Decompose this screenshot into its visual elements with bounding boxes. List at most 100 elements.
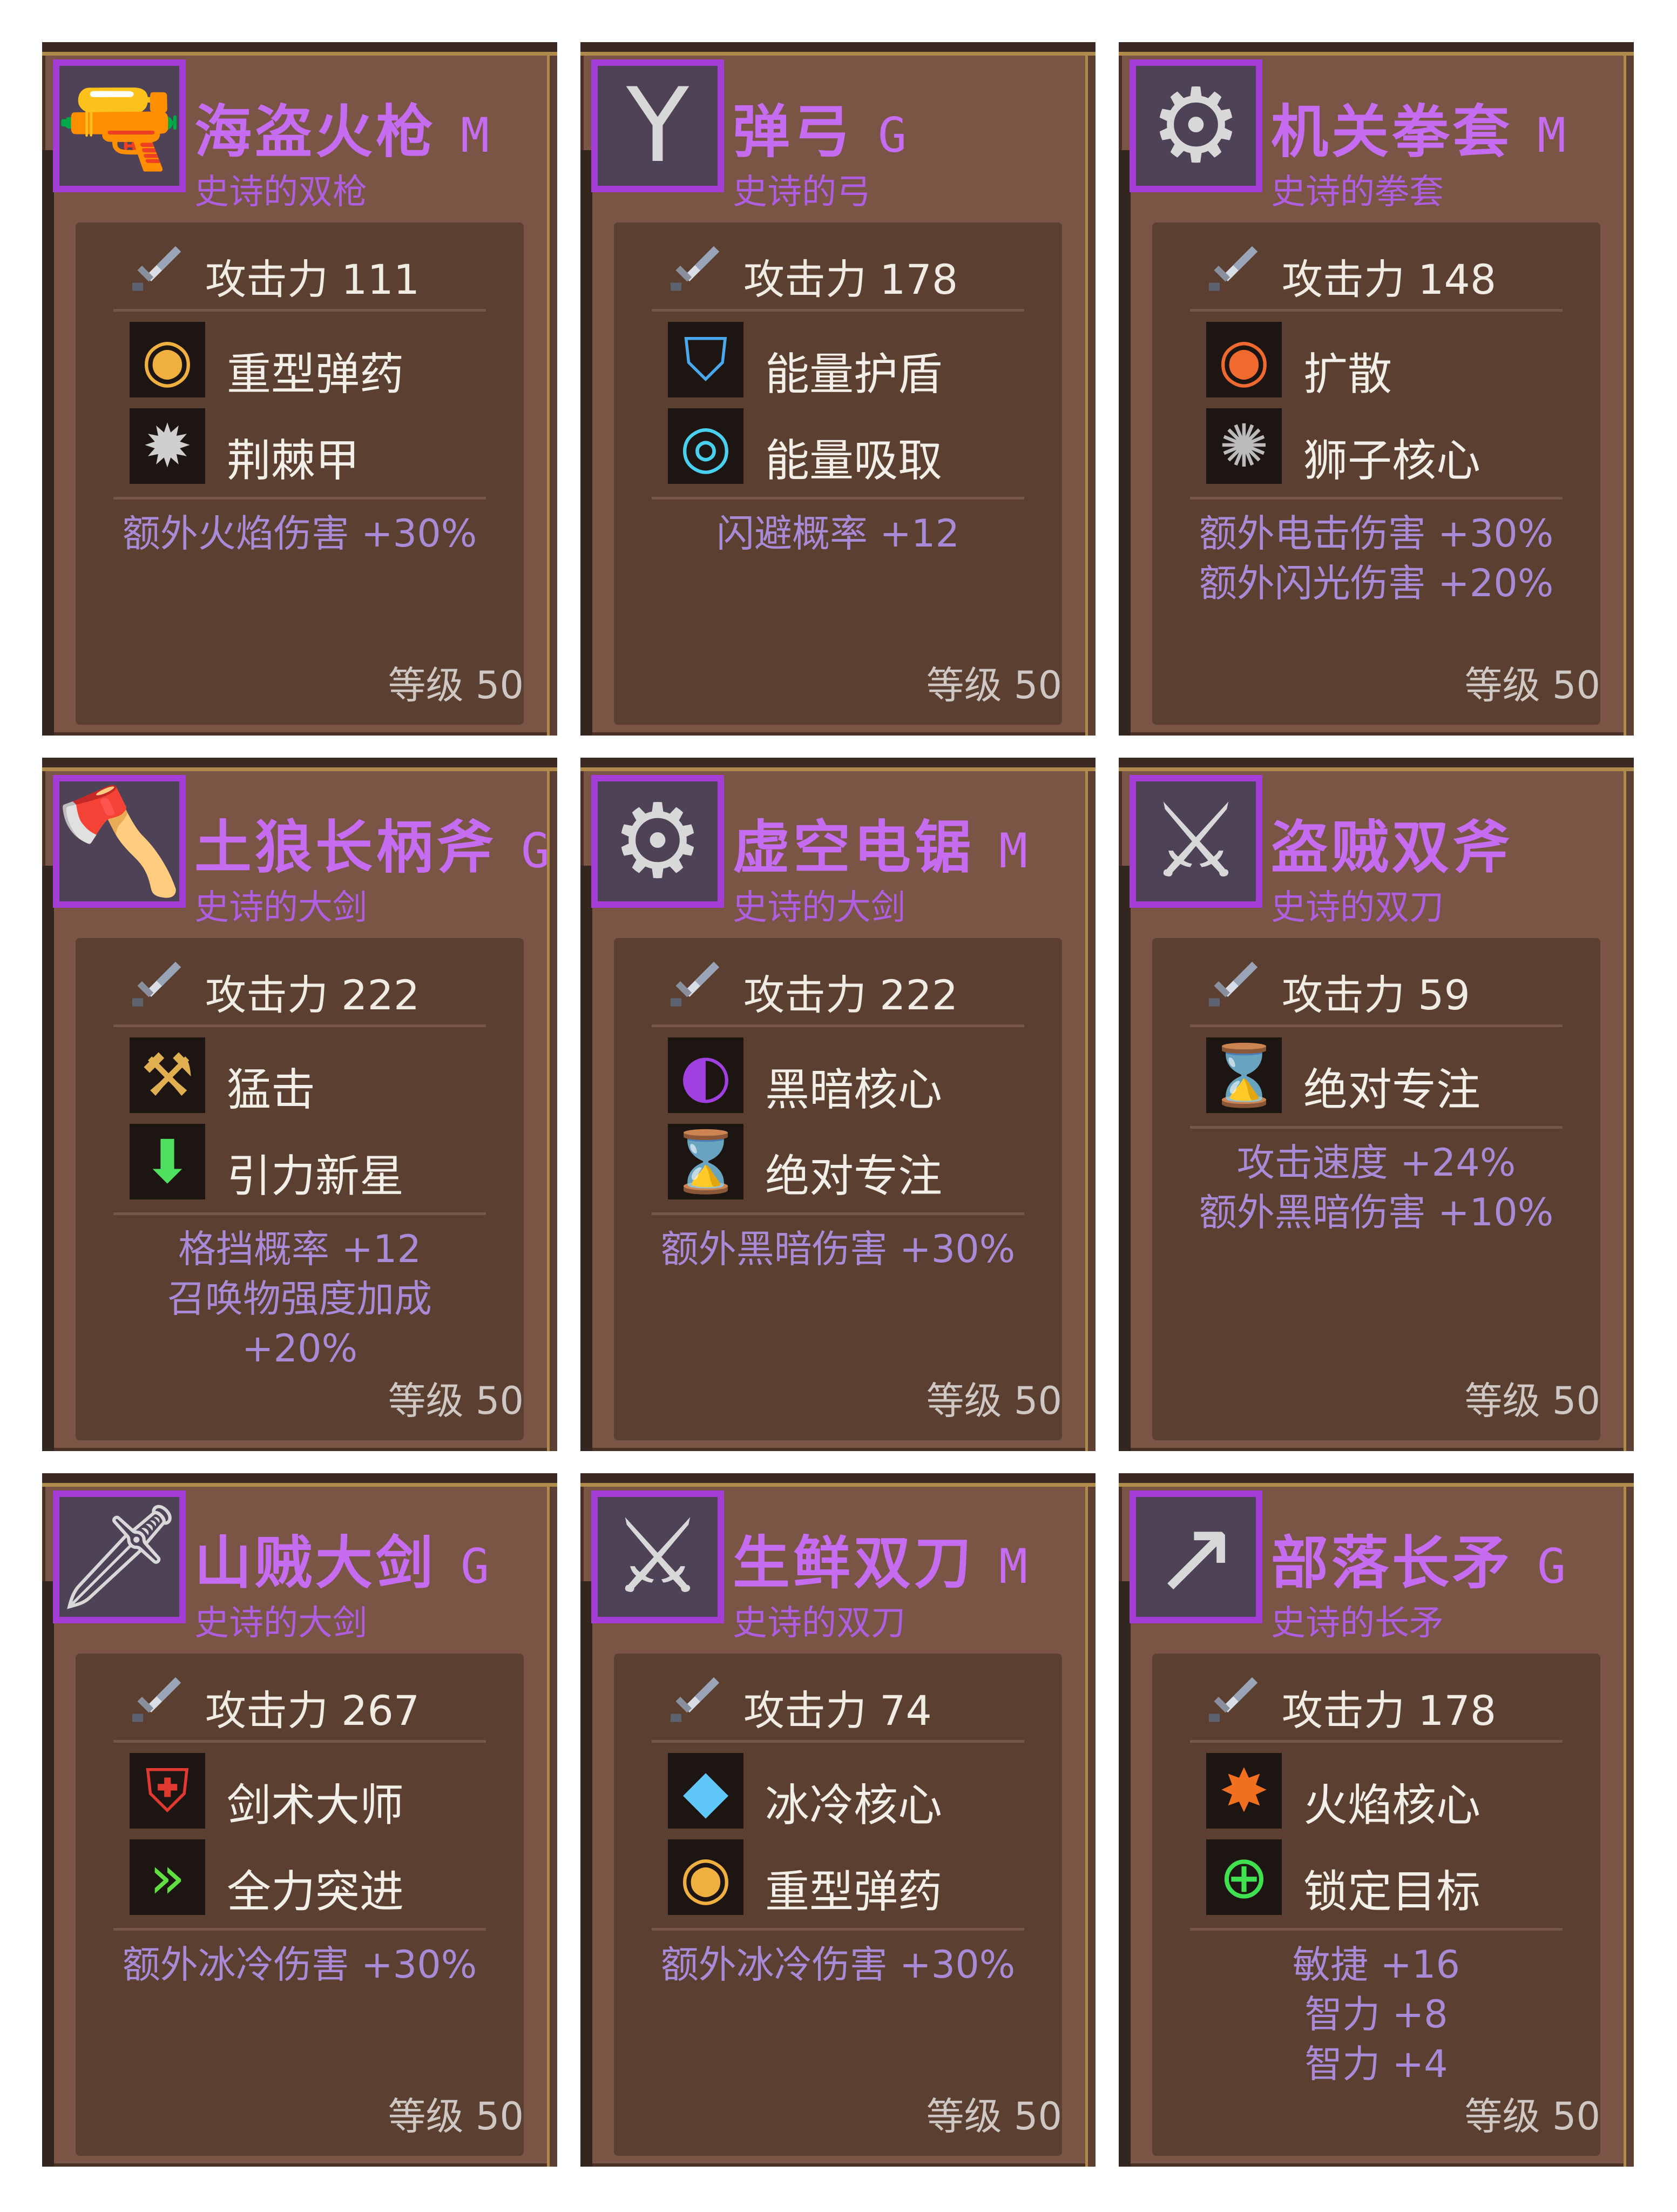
item-name: 虚空电锯	[733, 814, 975, 881]
attack-label: 攻击力	[743, 1687, 867, 1735]
item-name: 盗贼双斧	[1271, 814, 1513, 881]
item-card-5[interactable]: ⚙ 虚空电锯 M 史诗的大剑 攻击力 222 ◐ 黑暗核心 ⌛ 绝对专注 额外黑…	[580, 758, 1096, 1451]
gravity-nova-icon: ⬇	[130, 1124, 205, 1199]
card-right-rail	[1085, 1487, 1096, 2167]
attack-stat: 攻击力 148	[1282, 246, 1496, 306]
skill-row: ◎ 能量吸取	[614, 406, 1062, 487]
bonus-line: 智力 +8	[1304, 1992, 1448, 2036]
item-card-9[interactable]: ↗ 部落长矛 G 史诗的长矛 攻击力 178 ✸ 火焰核心 ⊕ 锁定目标 敏捷 …	[1119, 1473, 1634, 2167]
sword-icon	[1209, 1677, 1257, 1722]
item-card-3[interactable]: ⚙ 机关拳套 M 史诗的拳套 攻击力 148 ◉ 扩散 ✺ 狮子核心 额外电击伤…	[1119, 42, 1634, 736]
bonus-line: 闪避概率 +12	[716, 511, 959, 556]
attack-label: 攻击力	[205, 255, 328, 304]
item-name: 生鲜双刀	[733, 1530, 975, 1596]
item-type: 史诗的弓	[733, 172, 871, 212]
item-name-row: 山贼大剑 G	[194, 1516, 489, 1596]
attack-value: 222	[880, 971, 958, 1019]
stat-panel: 攻击力 267 ⛨ 剑术大师 » 全力突进 额外冰冷伤害 +30%	[76, 1654, 524, 2156]
card-right-rail	[1085, 771, 1096, 1451]
card-top-band	[42, 1473, 557, 1483]
attack-stat: 攻击力 74	[743, 1677, 932, 1737]
card-gold-trim	[1119, 767, 1634, 771]
item-grade: G	[1537, 1539, 1566, 1594]
item-card-1[interactable]: 🔫 海盗火枪 M 史诗的双枪 攻击力 111 ◉ 重型弹药 ✹ 荆棘甲 额外火焰…	[42, 42, 557, 736]
level-label: 等级	[926, 2094, 1002, 2139]
level-label: 等级	[388, 663, 464, 707]
pistols-icon: 🔫	[59, 66, 179, 186]
halberd-icon: 🪓	[59, 781, 179, 901]
card-left-bar	[1119, 866, 1131, 1451]
skill-name: 猛击	[227, 1064, 316, 1116]
attack-row: 攻击力 178	[614, 222, 1062, 309]
item-card-6[interactable]: ⚔ 盗贼双斧 史诗的双刀 攻击力 59 ⌛ 绝对专注 攻击速度 +24% 额外黑…	[1119, 758, 1634, 1451]
item-name-row: 生鲜双刀 M	[733, 1516, 1027, 1596]
item-card-8[interactable]: ⚔ 生鲜双刀 M 史诗的双刀 攻击力 74 ◆ 冰冷核心 ◉ 重型弹药 额外冰冷…	[580, 1473, 1096, 2167]
card-gold-trim	[1119, 1483, 1634, 1487]
level-label: 等级	[388, 2094, 464, 2139]
item-card-2[interactable]: Y 弹弓 G 史诗的弓 攻击力 178 ⛉ 能量护盾 ◎ 能量吸取 闪避概率 +…	[580, 42, 1096, 736]
level-label: 等级	[1464, 2094, 1540, 2139]
dash-icon: »	[130, 1839, 205, 1915]
skill-row: ⚒ 猛击	[76, 1035, 524, 1116]
card-top-band	[1119, 758, 1634, 767]
attack-label: 攻击力	[743, 971, 867, 1019]
attack-row: 攻击力 222	[76, 938, 524, 1024]
skill-row: ✸ 火焰核心	[1152, 1751, 1600, 1832]
skill-name: 火焰核心	[1303, 1780, 1481, 1831]
weapon-icon-frame: Y	[591, 59, 724, 192]
slingshot-icon: Y	[598, 66, 718, 186]
level-row: 等级 50	[388, 2086, 524, 2141]
attack-row: 攻击力 178	[1152, 1654, 1600, 1740]
skill-row: ⛉ 能量护盾	[614, 320, 1062, 401]
skill-row: ⬇ 引力新星	[76, 1122, 524, 1203]
card-left-bar	[42, 866, 54, 1451]
card-top-band	[1119, 42, 1634, 52]
fire-core-icon: ✸	[1206, 1753, 1282, 1829]
spread-ring-icon: ◉	[1206, 322, 1282, 397]
level-row: 等级 50	[927, 1371, 1062, 1425]
attack-value: 59	[1418, 971, 1470, 1019]
card-right-rail	[1085, 56, 1096, 736]
item-card-7[interactable]: 🗡 山贼大剑 G 史诗的大剑 攻击力 267 ⛨ 剑术大师» 全力突进 额外冰冷…	[42, 1473, 557, 2167]
card-left-bar	[42, 150, 54, 736]
gauntlet-icon: ⚙	[1136, 66, 1256, 186]
level-row: 等级 50	[388, 655, 524, 710]
divider	[652, 1928, 1024, 1931]
ice-core-icon: ◆	[668, 1753, 743, 1829]
spike-gear-icon: ✹	[130, 408, 205, 484]
item-type: 史诗的双枪	[194, 172, 367, 212]
skill-name: 狮子核心	[1303, 435, 1481, 487]
level-label: 等级	[388, 1379, 464, 1423]
card-top-band	[580, 42, 1096, 52]
weapon-icon-frame: 🔫	[53, 59, 186, 192]
card-top-band	[580, 1473, 1096, 1483]
attack-row: 攻击力 267	[76, 1654, 524, 1740]
greatsword-icon: 🗡	[59, 1497, 179, 1617]
attack-row: 攻击力 111	[76, 222, 524, 309]
attack-label: 攻击力	[1282, 255, 1405, 304]
level-row: 等级 50	[388, 1371, 524, 1425]
bonus-list: 额外电击伤害 +30% 额外闪光伤害 +20%	[1152, 509, 1600, 608]
item-type: 史诗的长矛	[1271, 1603, 1444, 1643]
energy-drain-icon: ◎	[668, 408, 743, 484]
attack-stat: 攻击力 222	[205, 962, 420, 1021]
attack-label: 攻击力	[205, 971, 328, 1019]
bonus-list: 额外黑暗伤害 +30%	[614, 1224, 1062, 1274]
chainsaw-icon: ⚙	[598, 781, 718, 901]
sword-icon	[132, 246, 181, 291]
item-name: 部落长矛	[1271, 1530, 1513, 1596]
bonus-line: 格挡概率 +12	[178, 1227, 421, 1271]
level-label: 等级	[926, 1379, 1002, 1423]
attack-value: 111	[341, 255, 420, 304]
item-type: 史诗的双刀	[1271, 888, 1444, 928]
skill-name: 引力新星	[227, 1151, 404, 1202]
item-card-4[interactable]: 🪓 土狼长柄斧 G 史诗的大剑 攻击力 222 ⚒ 猛击 ⬇ 引力新星 格挡概率…	[42, 758, 557, 1451]
attack-stat: 攻击力 178	[1282, 1677, 1496, 1737]
card-top-band	[42, 42, 557, 52]
card-right-rail	[1624, 771, 1634, 1451]
level-value: 50	[1552, 663, 1600, 707]
bonus-list: 敏捷 +16 智力 +8 智力 +4	[1152, 1940, 1600, 2089]
attack-stat: 攻击力 267	[205, 1677, 420, 1737]
item-type: 史诗的大剑	[194, 888, 367, 928]
level-row: 等级 50	[927, 655, 1062, 710]
